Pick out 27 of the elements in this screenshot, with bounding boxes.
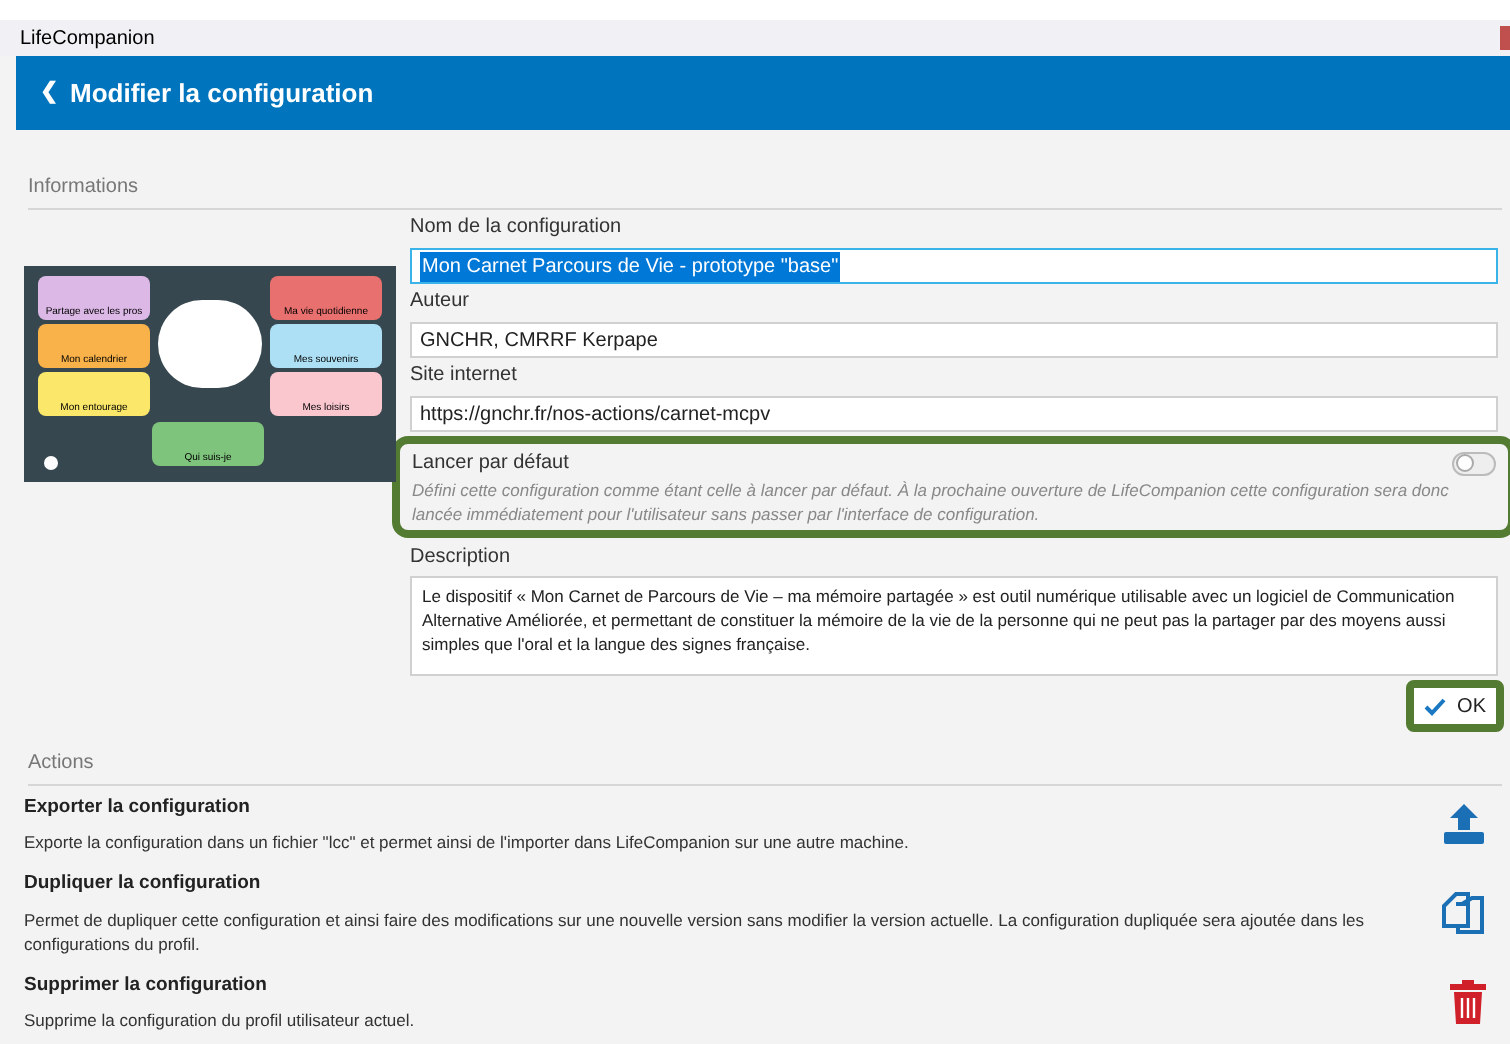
field-label: Description (410, 544, 513, 572)
description-textarea[interactable]: Le dispositif « Mon Carnet de Parcours de Vie – ma mémoire partagée » est outil numérique utilisable avec un logiciel de Communication Alternative Améliorée, et permettant de constituer la mémoire de la vie de la personne qui ne peut pas la partager par des moyens aussi simples que l'oral et la langue des signes française. (410, 576, 1498, 676)
name-input[interactable]: Mon Carnet Parcours de Vie - prototype "base" (410, 248, 1498, 284)
page-title: Modifier la configuration (70, 75, 374, 112)
action-title: Exporter la configuration (24, 794, 252, 822)
ok-button[interactable]: OK (1413, 688, 1496, 724)
trash-icon[interactable] (1450, 979, 1486, 1024)
action-title: Supprimer la configuration (24, 971, 269, 999)
upload-icon[interactable] (1442, 802, 1486, 847)
action-description: Exporte la configuration dans un fichier "lcc" et permet ainsi de l'importer dans LifeCompanion sur une autre machine. (24, 830, 911, 855)
field-label: Nom de la configuration (410, 214, 624, 242)
author-input[interactable]: GNCHR, CMRRF Kerpape (410, 322, 1498, 358)
section-title: Informations (28, 176, 139, 198)
action-title: Dupliquer la configuration (24, 870, 263, 899)
field-label: Lancer par défaut (412, 450, 569, 478)
checkmark-icon (1423, 697, 1446, 715)
toggle-switch[interactable] (1452, 451, 1496, 475)
help-text: Défini cette configuration comme étant celle à lancer par défaut. À la prochaine ouverture de LifeCompanion cette configuration sera donc lancée immédiatement pour l'utilisateur sans passer par l'interface de configuration. (412, 478, 1451, 526)
field-label: Site internet (410, 362, 519, 390)
field-label: Auteur (410, 288, 471, 316)
website-input[interactable]: https://gnchr.fr/nos-actions/carnet-mcpv (410, 396, 1498, 432)
action-description: Supprime la configuration du profil utilisateur actuel. (24, 1007, 417, 1032)
window-title: LifeCompanion (20, 25, 155, 53)
copy-icon[interactable] (1438, 888, 1486, 937)
section-title: Actions (28, 752, 94, 774)
action-description: Permet de dupliquer cette configuration et ainsi faire des modifications sur une nouvelle version sans modifier la version actuelle. La configuration dupliquée sera ajoutée dans les configurations du profil. (24, 907, 1367, 955)
back-button[interactable]: ❮ (40, 76, 58, 110)
